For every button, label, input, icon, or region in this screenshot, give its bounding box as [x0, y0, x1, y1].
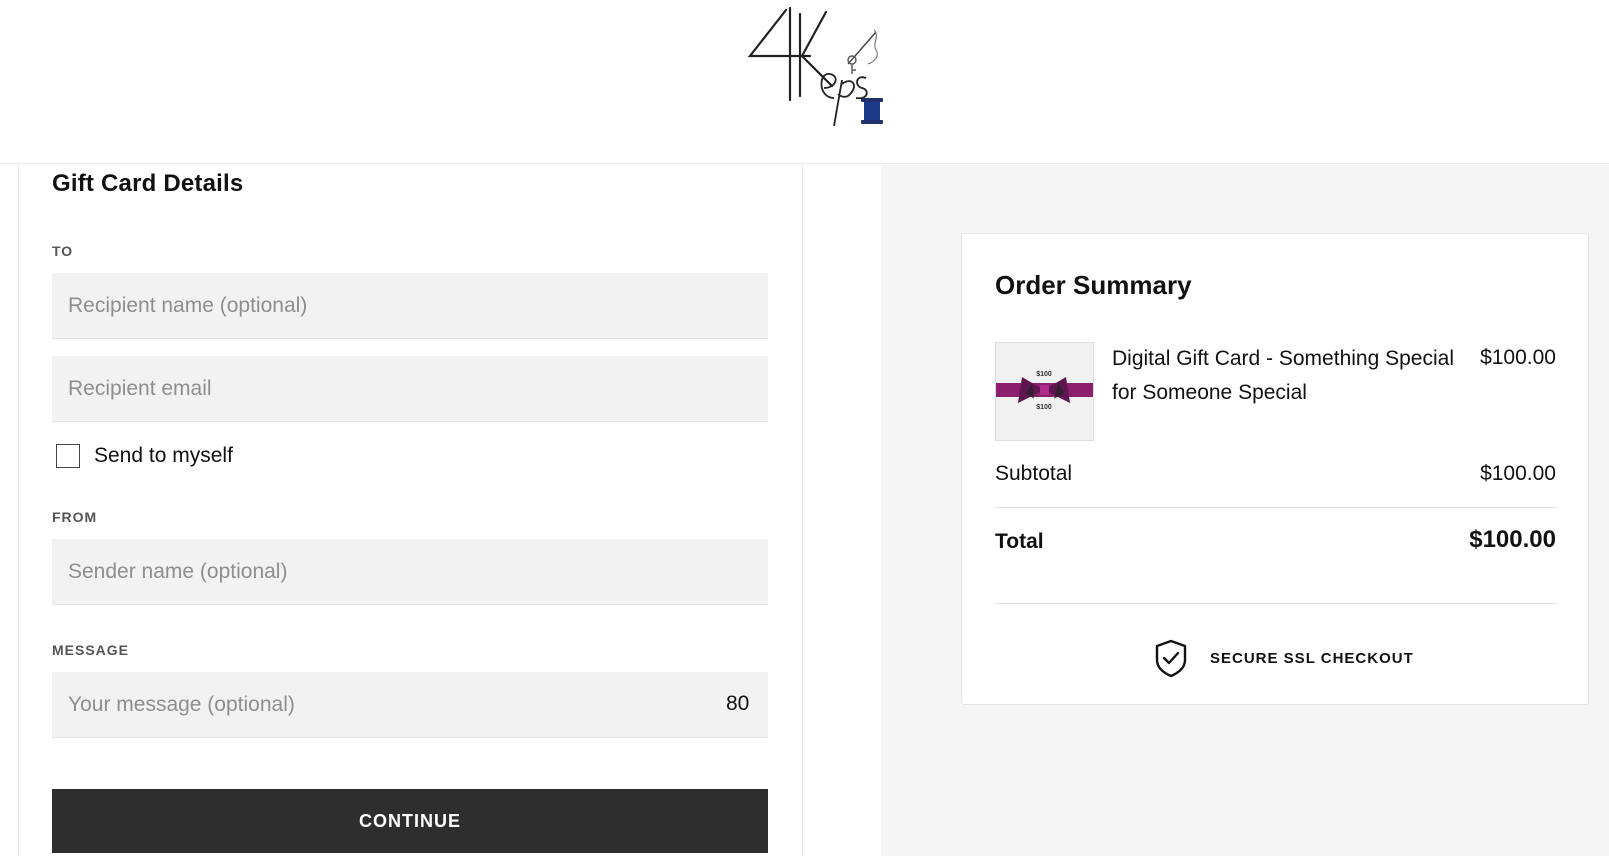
secure-checkout-label: SECURE SSL CHECKOUT [1210, 649, 1414, 667]
subtotal-label: Subtotal [995, 462, 1073, 485]
thumb-price-bottom: $100 [1036, 404, 1052, 411]
total-label: Total [995, 530, 1044, 553]
continue-button[interactable]: CONTINUE [52, 789, 768, 853]
send-to-myself-option[interactable]: Send to myself [56, 443, 233, 469]
total-value: $100.00 [1469, 526, 1556, 553]
sender-name-input[interactable] [52, 539, 768, 605]
summary-divider [995, 507, 1557, 508]
recipient-name-input[interactable] [52, 273, 768, 339]
order-summary-title: Order Summary [995, 270, 1192, 300]
gift-card-thumbnail: $100 $100 [995, 342, 1094, 441]
message-label: MESSAGE [52, 642, 130, 658]
gift-card-image: $100 $100 [996, 343, 1093, 440]
secure-checkout-badge: SECURE SSL CHECKOUT [1154, 638, 1414, 678]
to-label: TO [52, 243, 74, 259]
order-summary-card: Order Summary $100 $100 Digital Gift Car… [961, 233, 1589, 705]
summary-divider [995, 603, 1557, 604]
recipient-email-input[interactable] [52, 356, 768, 422]
shield-check-icon [1155, 639, 1187, 678]
send-to-myself-checkbox[interactable] [56, 444, 80, 468]
subtotal-value: $100.00 [1480, 462, 1556, 485]
thumb-price-top: $100 [1036, 371, 1052, 378]
gift-card-details-title: Gift Card Details [52, 170, 244, 197]
form-column [18, 165, 803, 856]
product-price: $100.00 [1480, 346, 1556, 369]
from-label: FROM [52, 509, 98, 525]
checkout-form-panel [0, 165, 880, 856]
message-char-counter: 80 [726, 692, 750, 715]
site-header [0, 0, 1609, 164]
send-to-myself-label: Send to myself [94, 444, 233, 467]
product-name: Digital Gift Card - Something Special fo… [1112, 347, 1454, 404]
site-logo[interactable] [748, 4, 888, 130]
message-input[interactable] [52, 672, 768, 738]
